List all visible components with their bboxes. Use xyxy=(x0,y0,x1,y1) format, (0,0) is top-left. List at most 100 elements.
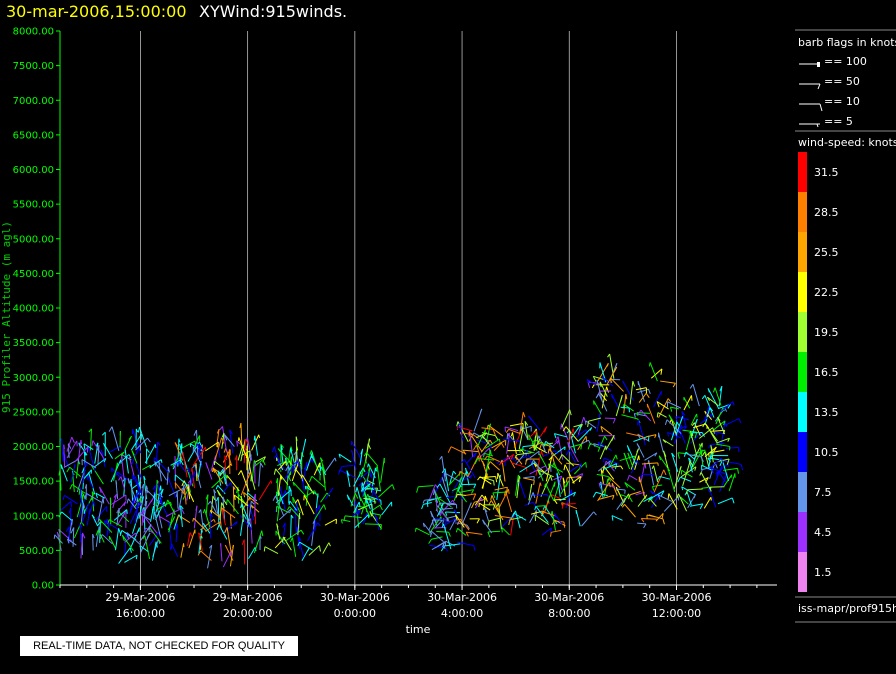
wind-barbs xyxy=(53,353,744,569)
speed-swatch xyxy=(798,352,807,392)
wind-barb xyxy=(644,452,658,461)
wind-barb-flag xyxy=(664,419,668,426)
wind-barb-flag xyxy=(667,398,672,402)
wind-barb-flag xyxy=(713,387,716,393)
y-tick-label: 5500.00 xyxy=(13,200,54,211)
wind-cluster xyxy=(263,436,337,562)
wind-barb-flag xyxy=(506,433,509,440)
wind-barb-flag xyxy=(317,522,321,527)
wind-barb-flag xyxy=(510,432,513,437)
wind-barb xyxy=(207,545,213,569)
wind-barb-flag xyxy=(683,451,687,457)
speed-label: 16.5 xyxy=(814,366,839,379)
wind-barb-flag xyxy=(672,383,676,388)
wind-barb xyxy=(69,466,81,478)
barb-legend: == 100 == 50 == 10 == 5 xyxy=(799,55,867,128)
wind-barb-flag xyxy=(708,444,711,449)
wind-barb xyxy=(186,532,191,547)
wind-barb xyxy=(689,503,703,507)
wind-barb-flag xyxy=(648,389,651,395)
wind-barb-flag xyxy=(160,459,163,463)
wind-barb-flag xyxy=(738,418,742,424)
wind-barb-flag xyxy=(226,499,228,504)
wind-barb-flag xyxy=(416,486,419,493)
wind-barb xyxy=(465,493,476,496)
wind-barb-flag xyxy=(476,518,480,524)
wind-barb-flag xyxy=(365,460,367,464)
wind-barb-flag xyxy=(478,503,480,508)
wind-barb xyxy=(226,498,239,515)
wind-barb-flag xyxy=(471,501,475,509)
wind-barb xyxy=(629,474,638,481)
wind-barb xyxy=(716,437,730,444)
wind-barb xyxy=(515,510,521,529)
wind-barb-flag xyxy=(473,545,476,551)
wind-barb-flag xyxy=(219,426,223,431)
wind-barb-flag xyxy=(237,470,242,476)
wind-cluster xyxy=(338,438,395,531)
barb-legend-flag xyxy=(819,103,823,112)
speed-swatch xyxy=(798,272,807,312)
wind-barb xyxy=(199,445,201,460)
y-tick-label: 4000.00 xyxy=(13,304,54,315)
wind-barb xyxy=(292,481,308,498)
wind-barb-flag xyxy=(439,455,443,460)
header-title: XYWind:915winds. xyxy=(199,2,347,21)
wind-barb xyxy=(653,390,662,408)
wind-barb-flag xyxy=(615,454,618,460)
wind-barb-flag xyxy=(622,380,626,386)
wind-barb-flag xyxy=(444,511,448,516)
wind-barb xyxy=(662,439,674,447)
wind-barb xyxy=(124,554,138,563)
wind-barb-flag xyxy=(273,468,277,475)
x-tick-date: 30-Mar-2006 xyxy=(320,591,390,604)
wind-barb-flag xyxy=(724,420,728,427)
wind-barb xyxy=(551,529,562,533)
wind-barb-flag xyxy=(367,463,369,468)
speed-swatch xyxy=(798,432,807,472)
wind-barb xyxy=(649,362,658,382)
speed-label: 13.5 xyxy=(814,406,839,419)
wind-barb xyxy=(637,419,646,446)
barb-legend-label: == 10 xyxy=(824,95,860,108)
wind-barb xyxy=(110,494,127,506)
wind-barb-flag xyxy=(137,427,141,433)
wind-barb xyxy=(232,486,235,512)
speed-swatch xyxy=(798,312,807,352)
wind-barb xyxy=(581,511,595,527)
wind-barb-flag xyxy=(737,468,739,474)
wind-barb-flag xyxy=(379,514,382,520)
wind-barb-flag xyxy=(271,446,275,453)
wind-barb xyxy=(446,494,461,499)
wind-barb-flag xyxy=(606,363,609,367)
wind-barb-flag xyxy=(414,527,417,532)
wind-barb-flag xyxy=(490,495,493,500)
wind-barb-flag xyxy=(648,362,651,367)
wind-barb xyxy=(250,518,253,544)
wind-barb-flag xyxy=(253,435,256,441)
wind-barb-flag xyxy=(487,531,491,538)
header-date: 30-mar-2006,15:00:00 xyxy=(6,2,187,21)
wind-barb-flag xyxy=(569,409,572,416)
wind-barb-flag xyxy=(585,462,587,468)
wind-barb-flag xyxy=(250,504,254,509)
wind-barb xyxy=(489,517,501,522)
wind-barb xyxy=(441,507,454,510)
wind-barb-flag xyxy=(667,493,670,499)
wind-barb-flag xyxy=(533,480,535,485)
wind-barb-flag xyxy=(549,475,553,481)
wind-barb xyxy=(660,380,676,384)
wind-barb-flag xyxy=(180,459,184,466)
wind-barb-flag xyxy=(375,487,379,494)
quality-note: REAL-TIME DATA, NOT CHECKED FOR QUALITY xyxy=(20,636,298,656)
wind-barb-flag xyxy=(201,528,203,533)
wind-barb xyxy=(637,522,647,525)
wind-barb-flag xyxy=(137,512,140,519)
wind-barb-flag xyxy=(612,418,616,424)
wind-barb-flag xyxy=(109,497,112,504)
speed-label: 31.5 xyxy=(814,166,839,179)
wind-barb-flag xyxy=(445,547,449,552)
speed-label: 4.5 xyxy=(814,526,832,539)
wind-barb xyxy=(214,460,224,469)
wind-barb xyxy=(60,501,72,511)
